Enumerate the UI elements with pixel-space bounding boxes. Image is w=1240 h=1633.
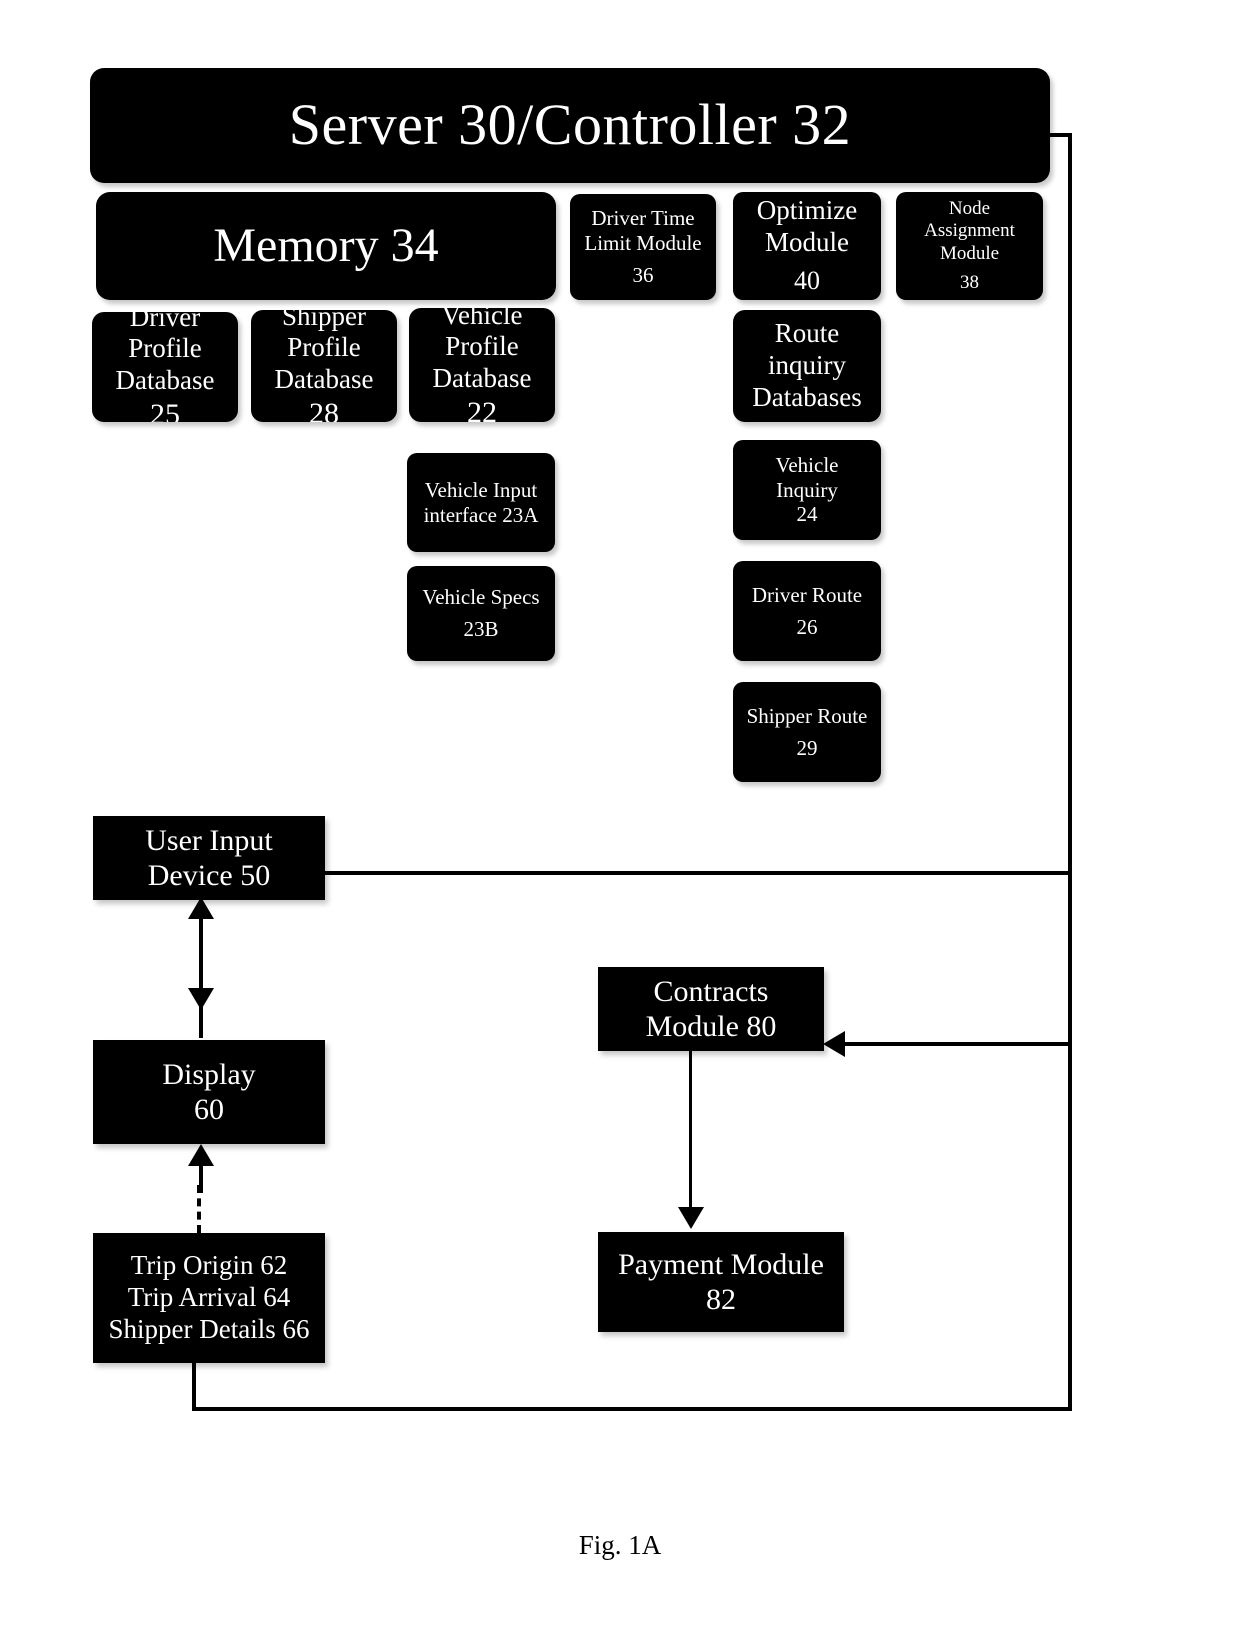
memory-title: Memory 34 — [213, 218, 439, 272]
vehicle-profile-database-line3: Database — [432, 363, 532, 394]
route-inquiry-databases-line2: inquiry — [768, 350, 846, 381]
driver-time-limit-module-line1: Driver Time — [591, 206, 695, 231]
shipper-route-number: 29 — [796, 735, 818, 760]
contracts-module-line2: Module 80 — [645, 1010, 777, 1043]
vehicle-profile-database-line2: Profile — [445, 331, 519, 362]
display-user-input-line — [199, 905, 203, 1038]
right-bus-lower-vertical-line — [1068, 1042, 1072, 1411]
user-input-arrowhead-icon — [188, 897, 214, 919]
contracts-module-box: Contracts Module 80 — [598, 967, 824, 1051]
contracts-module-line1: Contracts — [653, 974, 769, 1008]
shipper-profile-database-line2: Profile — [287, 332, 361, 363]
node-assignment-module-line2: Assignment — [924, 220, 1015, 242]
route-inquiry-databases-line1: Route — [774, 318, 840, 349]
display-input-arrowhead-icon — [188, 1144, 214, 1166]
optimize-module-line2: Module — [765, 227, 849, 258]
optimize-module-number: 40 — [794, 266, 820, 296]
node-assignment-module-line1: Node — [948, 197, 991, 219]
driver-route-number: 26 — [796, 614, 818, 639]
vehicle-input-interface-box: Vehicle Input interface 23A — [407, 453, 555, 552]
payment-module-line1: Payment Module — [618, 1247, 824, 1281]
vehicle-specs-box: Vehicle Specs 23B — [407, 566, 555, 661]
driver-profile-database-number: 25 — [150, 398, 180, 422]
trip-arrival-line: Trip Arrival 64 — [127, 1282, 291, 1313]
vehicle-input-interface-line2: interface 23A — [423, 502, 539, 527]
shipper-profile-database-box: Shipper Profile Database 28 — [251, 310, 397, 422]
optimize-module-box: Optimize Module 40 — [733, 192, 881, 300]
payment-module-number: 82 — [706, 1283, 736, 1316]
node-assignment-module-number: 38 — [960, 271, 979, 293]
route-inquiry-databases-line3: Databases — [752, 381, 862, 412]
payment-module-box: Payment Module 82 — [598, 1232, 844, 1332]
driver-route-line1: Driver Route — [751, 582, 863, 607]
bus-to-contracts-line — [845, 1042, 1070, 1046]
server-feedback-arrowhead-icon — [1025, 122, 1047, 148]
display-line1: Display — [162, 1057, 256, 1091]
bottom-return-bus-line — [192, 1407, 1072, 1411]
vehicle-profile-database-line1: Vehicle — [441, 308, 523, 330]
trip-details-box: Trip Origin 62 Trip Arrival 64 Shipper D… — [93, 1233, 325, 1363]
memory-box: Memory 34 — [96, 192, 556, 300]
payment-input-arrowhead-icon — [678, 1207, 704, 1229]
driver-profile-database-line2: Profile — [128, 333, 202, 364]
node-assignment-module-box: Node Assignment Module 38 — [896, 192, 1043, 300]
driver-time-limit-module-line2: Limit Module — [584, 231, 702, 256]
shipper-route-line1: Shipper Route — [746, 703, 868, 728]
shipper-profile-database-line3: Database — [274, 364, 374, 395]
server-controller-title: Server 30/Controller 32 — [288, 92, 852, 158]
vehicle-inquiry-box: Vehicle Inquiry 24 — [733, 440, 881, 540]
user-input-to-bus-line — [322, 871, 1070, 875]
driver-route-box: Driver Route 26 — [733, 561, 881, 661]
driver-profile-database-line1: Driver — [129, 312, 201, 332]
trip-details-bottom-drop-line — [192, 1363, 196, 1411]
driver-time-limit-module-number: 36 — [632, 262, 654, 287]
driver-profile-database-box: Driver Profile Database 25 — [92, 312, 238, 422]
shipper-details-line: Shipper Details 66 — [108, 1313, 310, 1344]
vehicle-specs-line2: 23B — [463, 617, 499, 641]
trip-origin-line: Trip Origin 62 — [130, 1250, 288, 1281]
shipper-route-box: Shipper Route 29 — [733, 682, 881, 782]
vehicle-inquiry-line1: Vehicle — [775, 452, 839, 477]
driver-profile-database-line3: Database — [115, 365, 215, 396]
vehicle-specs-line1: Vehicle Specs — [422, 585, 540, 610]
vehicle-profile-database-number: 22 — [467, 396, 497, 422]
vehicle-input-interface-line1: Vehicle Input — [424, 477, 538, 502]
driver-time-limit-module-box: Driver Time Limit Module 36 — [570, 194, 716, 300]
display-number: 60 — [194, 1093, 224, 1126]
route-inquiry-databases-box: Route inquiry Databases — [733, 310, 881, 422]
vehicle-inquiry-line2: Inquiry — [776, 477, 838, 502]
optimize-module-line1: Optimize — [756, 195, 858, 226]
display-box: Display 60 — [93, 1040, 325, 1144]
vehicle-inquiry-number: 24 — [796, 502, 818, 527]
user-input-device-line2: Device 50 — [147, 859, 271, 892]
user-input-device-box: User Input Device 50 — [93, 816, 325, 900]
user-input-device-line1: User Input — [145, 823, 273, 857]
vehicle-profile-database-box: Vehicle Profile Database 22 — [409, 308, 555, 422]
figure-canvas: Server 30/Controller 32 Memory 34 Driver… — [0, 0, 1240, 1633]
figure-caption: Fig. 1A — [578, 1530, 662, 1560]
contracts-input-arrowhead-icon — [823, 1031, 845, 1057]
display-arrowhead-icon — [188, 988, 214, 1010]
shipper-profile-database-line1: Shipper — [282, 310, 366, 331]
node-assignment-module-line3: Module — [939, 242, 1000, 264]
right-bus-vertical-line — [1068, 133, 1072, 1045]
trip-details-to-display-line — [199, 1163, 203, 1193]
server-controller-box: Server 30/Controller 32 — [90, 68, 1050, 183]
contracts-to-payment-line — [689, 1051, 692, 1211]
shipper-profile-database-number: 28 — [309, 397, 339, 422]
